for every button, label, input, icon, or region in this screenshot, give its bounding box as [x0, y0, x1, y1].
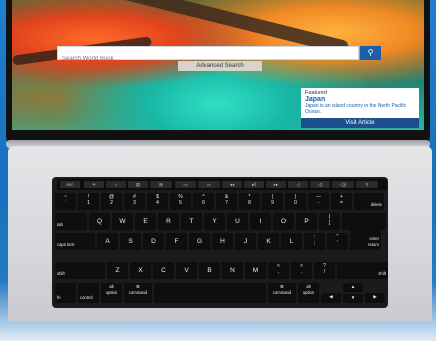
touchbar-key[interactable]: ▭	[175, 181, 196, 188]
touchbar-key[interactable]: ⊞	[150, 181, 172, 188]
key-punct[interactable]: :;	[304, 233, 325, 250]
key-u[interactable]: U	[227, 213, 248, 230]
command-right-key[interactable]: ⌘ command	[268, 283, 296, 303]
key-j[interactable]: J	[235, 233, 256, 250]
arrow-up-key[interactable]: ▲	[343, 283, 363, 292]
key-0[interactable]: ) 0	[285, 193, 306, 210]
touchbar-key[interactable]: ▭	[198, 181, 220, 188]
key-d[interactable]: D	[143, 233, 164, 250]
key-8[interactable]: * 8	[239, 193, 260, 210]
touchbar-key[interactable]: ☼	[106, 181, 126, 188]
featured-title[interactable]: Japan	[305, 96, 415, 103]
touchbar-key[interactable]: ◂◂	[222, 181, 242, 188]
key-r[interactable]: R	[158, 213, 179, 230]
key-f[interactable]: F	[166, 233, 187, 250]
key-h[interactable]: H	[212, 233, 233, 250]
advanced-search-button[interactable]: Advanced Search	[178, 61, 262, 71]
touchbar-key[interactable]: ⚲	[356, 181, 378, 188]
shift-right-key[interactable]: shift	[337, 262, 388, 279]
search-input-wrapper	[57, 46, 359, 65]
key-3[interactable]: #3	[124, 193, 145, 210]
return-label: return	[368, 242, 379, 247]
featured-panel: Featured Japan Japan is an island countr…	[301, 88, 419, 118]
control-key[interactable]: control	[78, 283, 99, 303]
key-b[interactable]: B	[199, 262, 220, 279]
key--[interactable]: — -	[308, 193, 329, 210]
key-o[interactable]: O	[273, 213, 294, 230]
key-s[interactable]: S	[120, 233, 141, 250]
search-icon: ⚲	[367, 48, 374, 57]
key-p[interactable]: P	[296, 213, 317, 230]
key-n[interactable]: N	[222, 262, 243, 279]
key-6[interactable]: ^ 6	[193, 193, 214, 210]
key-punct[interactable]: <,	[268, 262, 289, 279]
key-m[interactable]: M	[245, 262, 266, 279]
touchbar-key[interactable]: ◁)	[310, 181, 330, 188]
key-1[interactable]: ! 1	[78, 193, 99, 210]
touchbar-key[interactable]: ▸‖	[244, 181, 264, 188]
key-punct[interactable]: ? /	[314, 262, 335, 279]
option-right-key[interactable]: alt option	[298, 283, 319, 303]
touchbar-key[interactable]: esc	[60, 181, 80, 188]
key-=[interactable]: + =	[331, 193, 352, 210]
key-q[interactable]: Q	[89, 213, 110, 230]
enter-return-key[interactable]: enter return	[350, 213, 381, 250]
key-c[interactable]: C	[153, 262, 174, 279]
space-bar[interactable]	[154, 283, 266, 303]
touchbar-key[interactable]: ▤	[128, 181, 148, 188]
key-e[interactable]: E	[135, 213, 156, 230]
key-v[interactable]: V	[176, 262, 197, 279]
key-w[interactable]: W	[112, 213, 133, 230]
key-5[interactable]: % 5	[170, 193, 191, 210]
key-i[interactable]: I	[250, 213, 271, 230]
option-left-key[interactable]: alt option	[101, 283, 122, 303]
caps-lock-key[interactable]: caps lock	[55, 233, 95, 250]
delete-key[interactable]: delete	[354, 193, 384, 210]
touchbar-key[interactable]: ☀	[84, 181, 104, 188]
arrow-left-key[interactable]: ◀	[321, 293, 341, 303]
key-g[interactable]: G	[189, 233, 210, 250]
fn-key[interactable]: fn	[55, 283, 76, 303]
key-punct[interactable]: >.	[291, 262, 312, 279]
key-t[interactable]: T	[181, 213, 202, 230]
touchbar-key[interactable]: ◁))	[332, 181, 354, 188]
command-left-key[interactable]: ⌘ command	[124, 283, 152, 303]
key-z[interactable]: Z	[107, 262, 128, 279]
key-bracket[interactable]: {[	[319, 213, 340, 230]
key-7[interactable]: & 7	[216, 193, 237, 210]
key-k[interactable]: K	[258, 233, 279, 250]
key-punct[interactable]: " '	[327, 233, 348, 250]
touchbar-key[interactable]: ◁	[288, 181, 308, 188]
key-a[interactable]: A	[97, 233, 118, 250]
arrow-right-key[interactable]: ▶	[365, 293, 385, 303]
key-`[interactable]: ~ `	[55, 193, 76, 210]
key-4[interactable]: $4	[147, 193, 168, 210]
featured-description: Japan is an island country in the North …	[305, 103, 407, 115]
search-button[interactable]: ⚲	[360, 46, 381, 60]
touchbar-key[interactable]: ▸▸	[266, 181, 286, 188]
visit-article-button[interactable]: Visit Article	[301, 118, 419, 128]
shift-left-key[interactable]: shift	[55, 262, 105, 279]
key-x[interactable]: X	[130, 262, 151, 279]
arrow-down-key[interactable]: ▼	[343, 294, 363, 303]
key-l[interactable]: L	[281, 233, 302, 250]
key-2[interactable]: @2	[101, 193, 122, 210]
key-9[interactable]: (9	[262, 193, 283, 210]
key-y[interactable]: Y	[204, 213, 225, 230]
tab-key[interactable]: tab	[55, 213, 87, 230]
